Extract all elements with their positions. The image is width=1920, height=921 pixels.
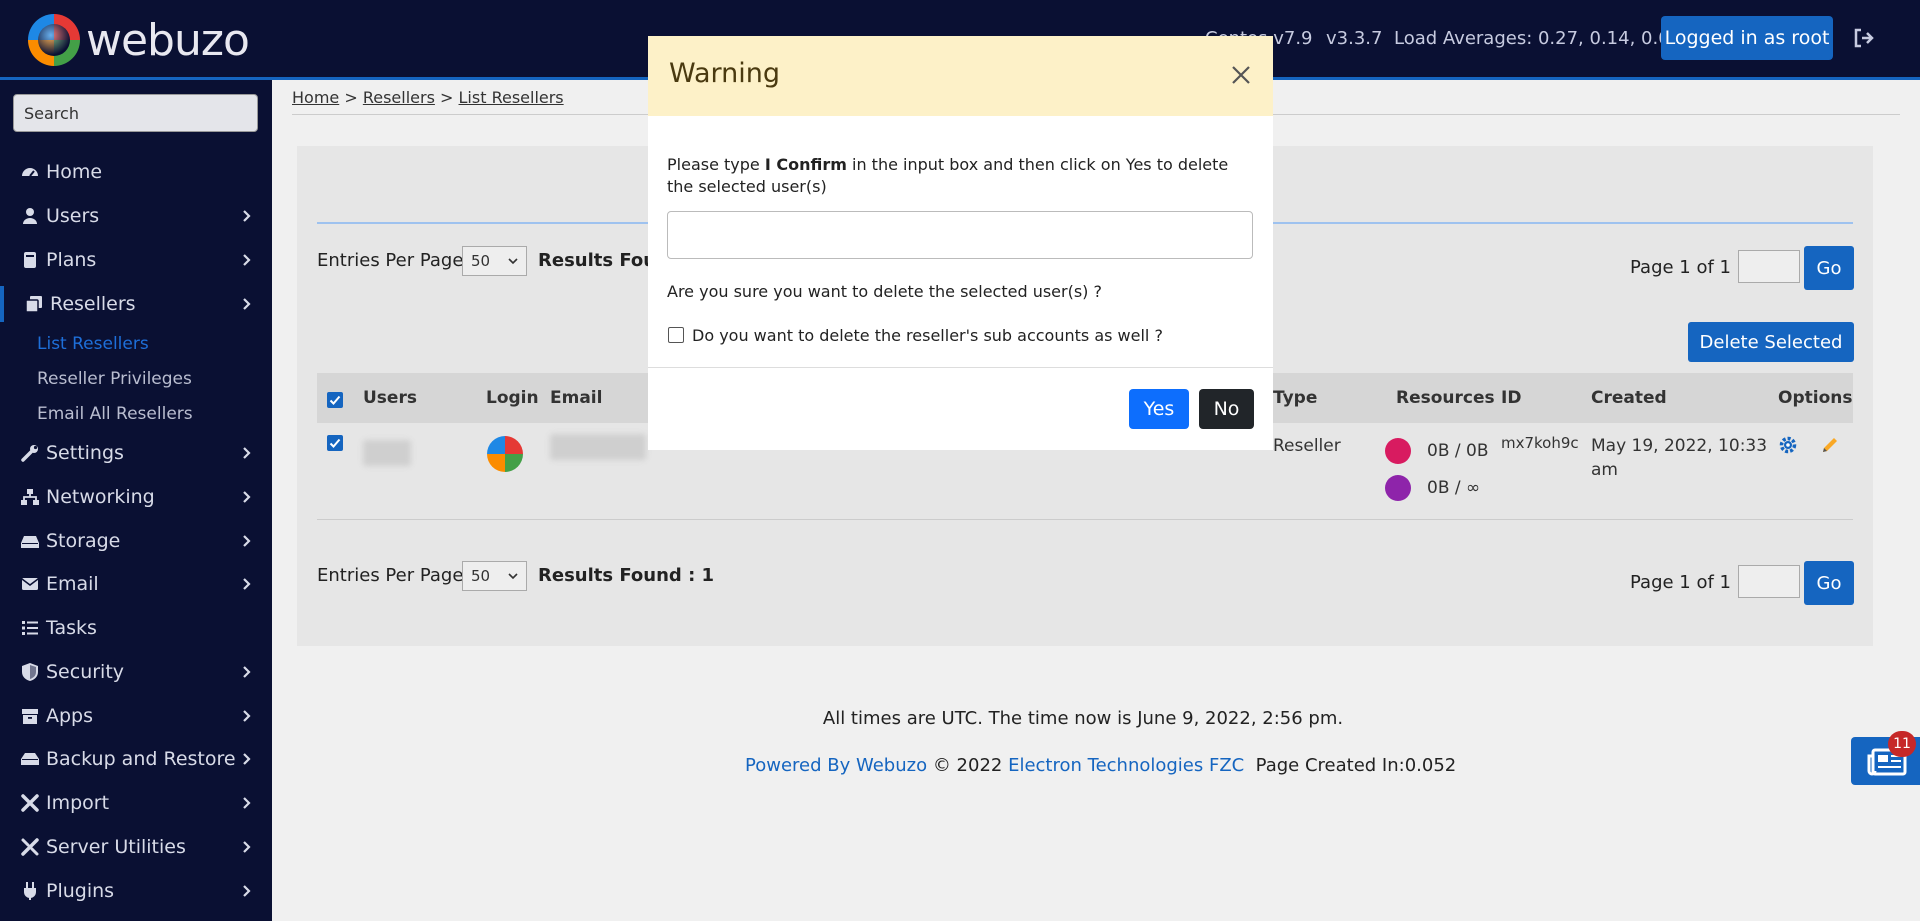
no-button[interactable]: No [1199, 389, 1254, 429]
confirm-phrase: I Confirm [764, 155, 847, 174]
confirm-text-input[interactable] [667, 211, 1253, 259]
close-icon[interactable] [1230, 64, 1252, 86]
modal-instruction: Please type I Confirm in the input box a… [667, 154, 1247, 198]
yes-button[interactable]: Yes [1129, 389, 1189, 429]
delete-sub-accounts-checkbox[interactable] [668, 327, 684, 343]
modal-header: Warning [648, 36, 1273, 116]
delete-sub-accounts-label: Do you want to delete the reseller's sub… [692, 326, 1163, 345]
modal-title: Warning [669, 58, 781, 89]
warning-modal: Warning Please type I Confirm in the inp… [648, 36, 1273, 450]
instruction-pre: Please type [667, 155, 765, 174]
modal-footer-divider [648, 367, 1273, 368]
modal-question: Are you sure you want to delete the sele… [667, 282, 1102, 301]
